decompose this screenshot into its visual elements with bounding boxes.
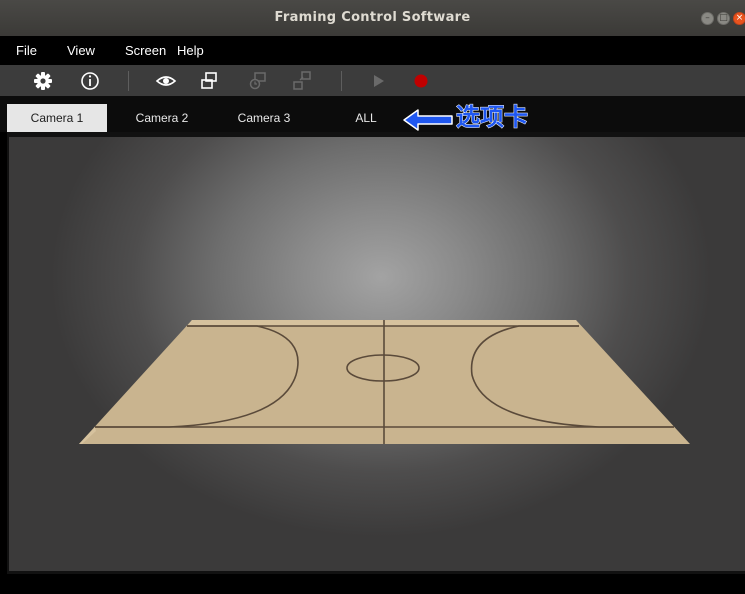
layout-button[interactable] (196, 68, 222, 94)
eye-icon (155, 76, 177, 86)
close-button[interactable]: × (733, 12, 745, 25)
menu-file[interactable]: File (16, 36, 37, 65)
menu-screen[interactable]: Screen (125, 36, 166, 65)
info-icon (81, 72, 99, 90)
camera-tab-bar: Camera 1 Camera 2 Camera 3 ALL (0, 96, 745, 132)
window-layout-icon (201, 72, 217, 89)
play-icon (374, 75, 384, 87)
toolbar-separator (341, 71, 342, 91)
annotation-label: 选项卡 (456, 103, 529, 132)
view-button[interactable] (153, 68, 179, 94)
play-button[interactable] (365, 68, 391, 94)
resize-button[interactable] (289, 68, 315, 94)
app-window: Framing Control Software – □ × File View… (0, 0, 745, 594)
status-bar (0, 574, 745, 594)
basketball-court (79, 320, 690, 444)
court-edge (187, 320, 579, 326)
title-bar[interactable]: Framing Control Software – □ × (0, 0, 745, 36)
menu-view[interactable]: View (67, 36, 95, 65)
record-icon (414, 74, 428, 88)
window-title: Framing Control Software (274, 10, 471, 25)
toolbar (0, 65, 745, 96)
info-button[interactable] (77, 68, 103, 94)
settings-gear-icon (34, 72, 52, 90)
menu-help[interactable]: Help (177, 36, 204, 65)
history-button[interactable] (245, 68, 271, 94)
window-resize-icon (293, 71, 311, 90)
camera-viewport[interactable] (9, 137, 745, 571)
tab-camera-1[interactable]: Camera 1 (7, 104, 107, 132)
settings-button[interactable] (30, 68, 56, 94)
maximize-button[interactable]: □ (717, 12, 730, 25)
tab-camera-2[interactable]: Camera 2 (112, 104, 212, 132)
menu-bar: File View Screen Help (0, 36, 745, 65)
maximize-icon: □ (719, 13, 728, 23)
minimize-icon: – (705, 13, 710, 23)
window-history-icon (249, 72, 266, 90)
close-icon: × (735, 13, 744, 23)
tab-all[interactable]: ALL (326, 104, 406, 132)
toolbar-separator (128, 71, 129, 91)
tab-camera-3[interactable]: Camera 3 (214, 104, 314, 132)
record-button[interactable] (408, 68, 434, 94)
minimize-button[interactable]: – (701, 12, 714, 25)
annotation-arrow-icon (403, 109, 453, 131)
